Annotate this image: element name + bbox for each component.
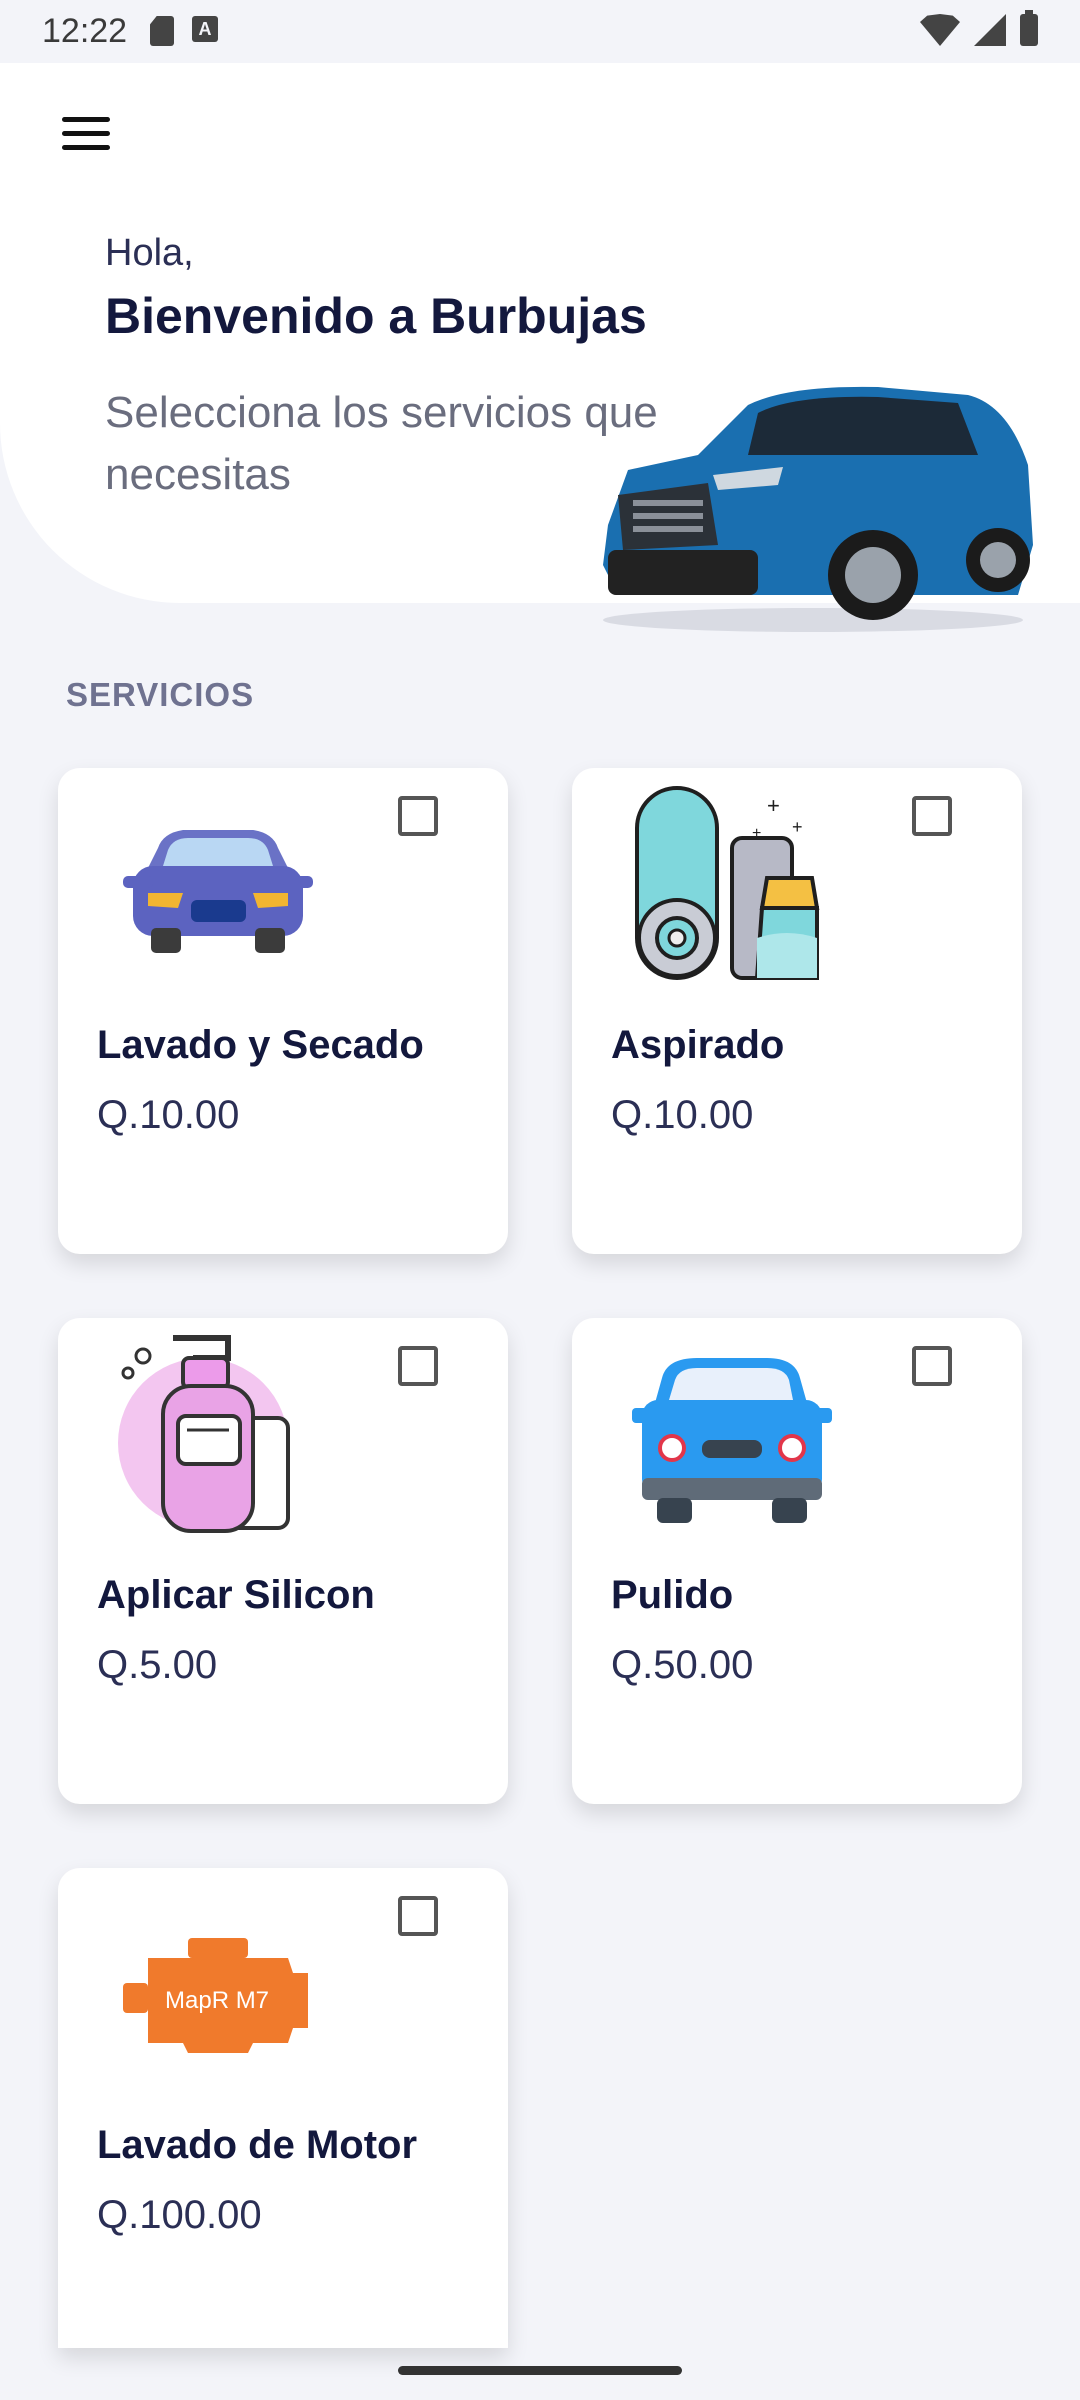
service-name: Lavado de Motor [97, 2123, 418, 2167]
service-name: Pulido [611, 1573, 734, 1617]
service-price: Q.10.00 [97, 1093, 240, 1137]
greeting-text: Hola, [105, 232, 194, 274]
service-card-lavado-motor[interactable]: MapR M7 Lavado de Motor Q.100.00 [58, 1868, 508, 2348]
service-name: Aspirado [611, 1023, 785, 1067]
signal-icon [974, 14, 1006, 46]
svg-text:+: + [752, 825, 761, 842]
service-price: Q.100.00 [97, 2193, 262, 2237]
service-card-lavado-secado[interactable]: Lavado y Secado Q.10.00 [58, 768, 508, 1254]
svg-text:+: + [767, 793, 780, 818]
soap-dispenser-icon [118, 1335, 290, 1533]
wifi-icon [920, 14, 960, 46]
battery-icon [1020, 10, 1038, 46]
hero-car-image [603, 386, 1033, 632]
service-price: Q.50.00 [611, 1643, 754, 1687]
engine-icon: MapR M7 [123, 1938, 308, 2053]
service-checkbox[interactable] [398, 1896, 438, 1936]
service-card-aplicar-silicon[interactable]: Aplicar Silicon Q.5.00 [58, 1318, 508, 1804]
service-price: Q.10.00 [611, 1093, 754, 1137]
car-front-icon [123, 830, 313, 953]
sd-card-icon [150, 16, 174, 46]
service-card-aspirado[interactable]: + + + Aspirado Q.10.00 [572, 768, 1022, 1254]
status-time: 12:22 [42, 12, 128, 50]
service-checkbox[interactable] [912, 1346, 952, 1386]
service-checkbox[interactable] [398, 796, 438, 836]
service-price: Q.5.00 [97, 1643, 218, 1687]
service-card-pulido[interactable]: Pulido Q.50.00 [572, 1318, 1022, 1804]
section-title: SERVICIOS [66, 676, 255, 713]
status-bar: 12:22 A [0, 0, 1080, 63]
blue-car-icon [632, 1358, 832, 1523]
autofill-icon: A [192, 16, 218, 42]
service-name: Aplicar Silicon [97, 1573, 375, 1617]
menu-icon[interactable] [62, 117, 110, 153]
vacuum-spray-icon: + + + [635, 786, 820, 980]
page-title: Bienvenido a Burbujas [105, 288, 647, 344]
home-indicator[interactable] [398, 2366, 682, 2375]
service-checkbox[interactable] [912, 796, 952, 836]
service-checkbox[interactable] [398, 1346, 438, 1386]
subtitle-text: Selecciona los servicios que necesitas [105, 388, 658, 499]
engine-label: MapR M7 [165, 1987, 269, 2014]
service-name: Lavado y Secado [97, 1023, 424, 1067]
svg-text:+: + [792, 817, 803, 837]
